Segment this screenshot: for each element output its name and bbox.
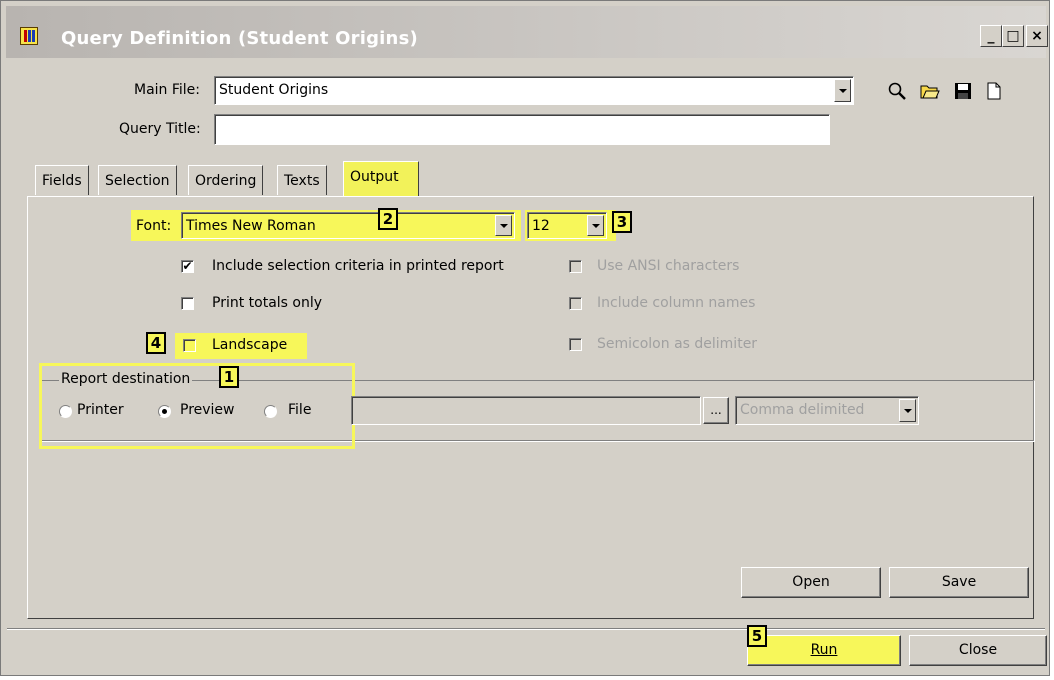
font-label: Font: [136,218,172,234]
query-title-input[interactable] [214,114,830,145]
annotation-badge-4: 4 [146,332,166,354]
new-document-icon[interactable] [984,81,1004,101]
query-definition-window: Query Definition (Student Origins) _ □ ×… [0,0,1050,676]
open-folder-icon[interactable] [920,81,940,101]
font-size-select[interactable]: 12 [527,212,607,239]
tab-label: Fields [42,173,82,189]
tab-label: Output [350,169,399,185]
include-criteria-checkbox[interactable]: ✔ [181,260,194,273]
app-icon [20,27,38,45]
run-button[interactable]: Run [747,635,901,666]
search-icon[interactable] [887,81,907,101]
print-totals-checkbox[interactable] [181,297,194,310]
main-file-label: Main File: [134,82,201,98]
column-names-checkbox[interactable] [569,297,582,310]
landscape-checkbox[interactable] [183,339,196,352]
window-title: Query Definition (Student Origins) [61,28,418,49]
file-label: File [288,402,312,418]
file-path-input[interactable] [351,396,701,425]
printer-radio[interactable] [59,405,72,418]
format-value: Comma delimited [740,402,865,418]
close-button[interactable]: Close [909,635,1047,666]
font-size-value: 12 [532,218,550,234]
checkmark-icon: ✔ [182,259,193,273]
main-file-value: Student Origins [219,82,329,98]
annotation-badge-2: 2 [378,208,398,230]
landscape-label: Landscape [212,337,288,353]
printer-label: Printer [77,402,124,418]
query-title-label: Query Title: [119,121,201,137]
file-radio[interactable] [264,405,277,418]
print-totals-label: Print totals only [212,295,323,311]
font-select[interactable]: Times New Roman [181,212,515,239]
tab-label: Selection [105,173,170,189]
footer-separator [7,628,1045,630]
format-select[interactable]: Comma delimited [735,396,919,425]
annotation-badge-3: 3 [612,211,632,233]
minimize-icon: _ [987,28,995,44]
save-button[interactable]: Save [889,567,1029,598]
close-window-button[interactable]: × [1026,25,1048,47]
semicolon-label: Semicolon as delimiter [597,336,758,352]
font-size-dropdown-arrow[interactable] [587,215,604,236]
tab-selection[interactable]: Selection [98,165,177,195]
tab-label: Ordering [195,173,257,189]
browse-button[interactable]: ... [703,397,729,424]
minimize-button[interactable]: _ [980,25,1002,47]
ansi-label: Use ANSI characters [597,258,740,274]
tab-label: Texts [284,173,320,189]
tab-texts[interactable]: Texts [277,165,327,195]
main-file-dropdown-arrow[interactable] [834,79,851,102]
save-disk-icon[interactable] [953,81,973,101]
preview-label: Preview [180,402,235,418]
close-icon: × [1031,28,1043,44]
maximize-icon: □ [1006,28,1020,44]
font-value: Times New Roman [186,218,316,234]
include-criteria-label: Include selection criteria in printed re… [212,258,504,274]
open-button[interactable]: Open [741,567,881,598]
font-dropdown-arrow[interactable] [495,215,512,236]
maximize-button[interactable]: □ [1002,25,1024,47]
ansi-checkbox[interactable] [569,260,582,273]
column-names-label: Include column names [597,295,756,311]
tab-fields[interactable]: Fields [35,165,89,195]
tab-output[interactable]: Output [343,161,419,197]
annotation-badge-5: 5 [747,625,767,647]
preview-radio[interactable] [158,405,171,418]
format-dropdown-arrow[interactable] [899,399,916,422]
tab-ordering[interactable]: Ordering [188,165,264,195]
semicolon-checkbox[interactable] [569,338,582,351]
main-file-select[interactable]: Student Origins [214,76,854,105]
